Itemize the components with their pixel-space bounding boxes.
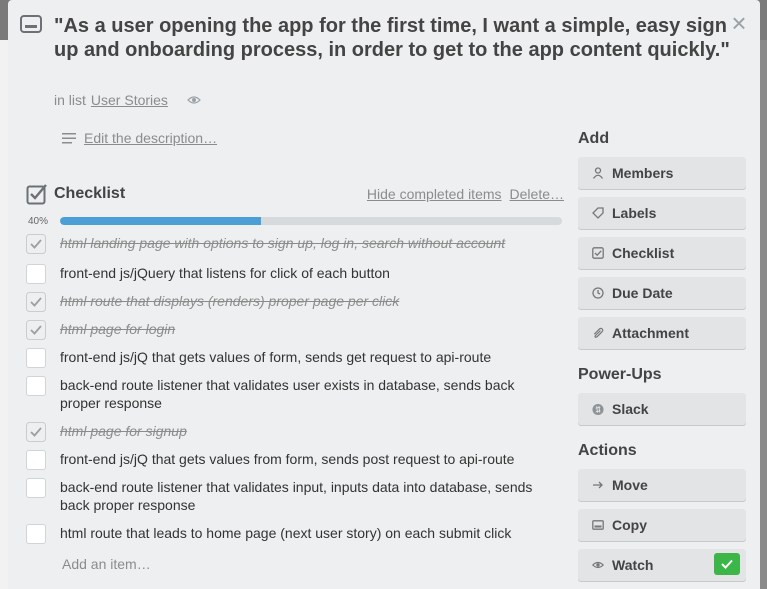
checklist-title[interactable]: Checklist xyxy=(54,185,125,203)
checkbox-checked[interactable] xyxy=(26,234,46,254)
sidebar-button-label: Copy xyxy=(612,517,647,533)
clock-icon xyxy=(592,287,604,299)
checkbox-icon xyxy=(592,247,604,259)
add-section-title: Add xyxy=(578,130,610,147)
check-icon xyxy=(26,292,46,312)
checklist-item[interactable]: front-end js/jQ that gets values from fo… xyxy=(26,450,556,470)
checkbox-unchecked[interactable] xyxy=(26,524,46,544)
checklist-item[interactable]: html route that displays (renders) prope… xyxy=(26,292,556,312)
checklist-actions: Hide completed items Delete… xyxy=(367,186,564,202)
watching-check-icon xyxy=(714,553,740,575)
actions-section-title: Actions xyxy=(578,442,637,459)
checklist-item[interactable]: back-end route listener that validates u… xyxy=(26,376,556,412)
eye-icon xyxy=(187,96,201,104)
card-title[interactable]: "As a user opening the app for the first… xyxy=(54,14,734,62)
checkbox-unchecked[interactable] xyxy=(26,264,46,284)
sidebar-button-label: Move xyxy=(612,477,648,493)
checkbox-unchecked[interactable] xyxy=(26,450,46,470)
checklist-item-text[interactable]: html page for signup xyxy=(60,422,187,442)
description-icon xyxy=(62,132,76,143)
check-icon xyxy=(26,320,46,340)
checklist-item[interactable]: html page for signup xyxy=(26,422,556,442)
powerups-section-title: Power-Ups xyxy=(578,366,662,383)
add-members-button[interactable]: Members xyxy=(578,157,746,189)
checkbox-checked[interactable] xyxy=(26,292,46,312)
check-icon xyxy=(26,422,46,442)
eye-icon xyxy=(592,559,604,571)
arrow-right-icon xyxy=(592,479,604,491)
copy-icon xyxy=(592,519,604,531)
delete-checklist-link[interactable]: Delete… xyxy=(510,186,564,202)
sidebar-button-label: Labels xyxy=(612,205,657,221)
add-labels-button[interactable]: Labels xyxy=(578,197,746,229)
checklist-item[interactable]: front-end js/jQ that gets values of form… xyxy=(26,348,556,368)
checklist-item[interactable]: back-end route listener that validates i… xyxy=(26,478,556,514)
edit-description-label[interactable]: Edit the description… xyxy=(84,130,217,146)
checklist-item[interactable]: html page for login xyxy=(26,320,556,340)
sidebar-button-label: Attachment xyxy=(612,325,690,341)
sidebar-button-label: Due Date xyxy=(612,285,673,301)
tag-icon xyxy=(592,207,604,219)
checklist-item-text[interactable]: html route that leads to home page (next… xyxy=(60,524,511,544)
checklist-item-text[interactable]: front-end js/jQ that gets values of form… xyxy=(60,348,491,368)
checkbox-checked[interactable] xyxy=(26,320,46,340)
checklist-item-text[interactable]: html route that displays (renders) prope… xyxy=(60,292,399,312)
hide-completed-link[interactable]: Hide completed items xyxy=(367,186,502,202)
add-attachment-button[interactable]: Attachment xyxy=(578,317,746,349)
person-icon xyxy=(592,167,604,179)
slack-icon xyxy=(592,403,604,415)
sidebar-button-label: Checklist xyxy=(612,245,675,261)
board-list-edge xyxy=(0,40,8,589)
checklist-progress-fill xyxy=(60,217,261,225)
checklist-item[interactable]: html landing page with options to sign u… xyxy=(26,234,556,254)
card-detail-modal: "As a user opening the app for the first… xyxy=(8,0,760,589)
edit-description-link[interactable]: Edit the description… xyxy=(62,130,217,146)
checklist-item-text[interactable]: html page for login xyxy=(60,320,175,340)
action-copy-button[interactable]: Copy xyxy=(578,509,746,541)
checklist-item[interactable]: front-end js/jQuery that listens for cli… xyxy=(26,264,556,284)
check-icon xyxy=(26,234,46,254)
checklist-item-text[interactable]: front-end js/jQuery that listens for cli… xyxy=(60,264,390,284)
action-move-button[interactable]: Move xyxy=(578,469,746,501)
progress-percent: 40% xyxy=(28,216,49,227)
close-icon[interactable]: × xyxy=(728,10,750,36)
checkbox-checked[interactable] xyxy=(26,422,46,442)
card-icon xyxy=(20,15,42,33)
list-link[interactable]: User Stories xyxy=(91,92,168,108)
checklist-item[interactable]: html route that leads to home page (next… xyxy=(26,524,556,544)
checklist-item-text[interactable]: back-end route listener that validates u… xyxy=(60,376,556,412)
checklist-progress-bar xyxy=(60,217,562,225)
sidebar-button-label: Members xyxy=(612,165,674,181)
checklist-item-text[interactable]: front-end js/jQ that gets values from fo… xyxy=(60,450,514,470)
checklist-item-text[interactable]: html landing page with options to sign u… xyxy=(60,234,505,254)
checkbox-unchecked[interactable] xyxy=(26,376,46,396)
checklist-header: Checklist Hide completed items Delete… xyxy=(26,182,564,206)
checkbox-unchecked[interactable] xyxy=(26,348,46,368)
checkbox-unchecked[interactable] xyxy=(26,478,46,498)
checklist-icon xyxy=(26,184,47,205)
paperclip-icon xyxy=(592,327,604,339)
sidebar-button-label: Slack xyxy=(612,401,649,417)
sidebar-button-label: Watch xyxy=(612,557,654,573)
checklist-item-text[interactable]: back-end route listener that validates i… xyxy=(60,478,556,514)
card-list-info: in list User Stories xyxy=(54,92,201,108)
add-item-link[interactable]: Add an item… xyxy=(62,556,151,572)
add-checklist-button[interactable]: Checklist xyxy=(578,237,746,269)
action-watch-button[interactable]: Watch xyxy=(578,549,746,581)
add-due-date-button[interactable]: Due Date xyxy=(578,277,746,309)
in-list-prefix: in list xyxy=(54,92,86,108)
powerup-slack-button[interactable]: Slack xyxy=(578,393,746,425)
